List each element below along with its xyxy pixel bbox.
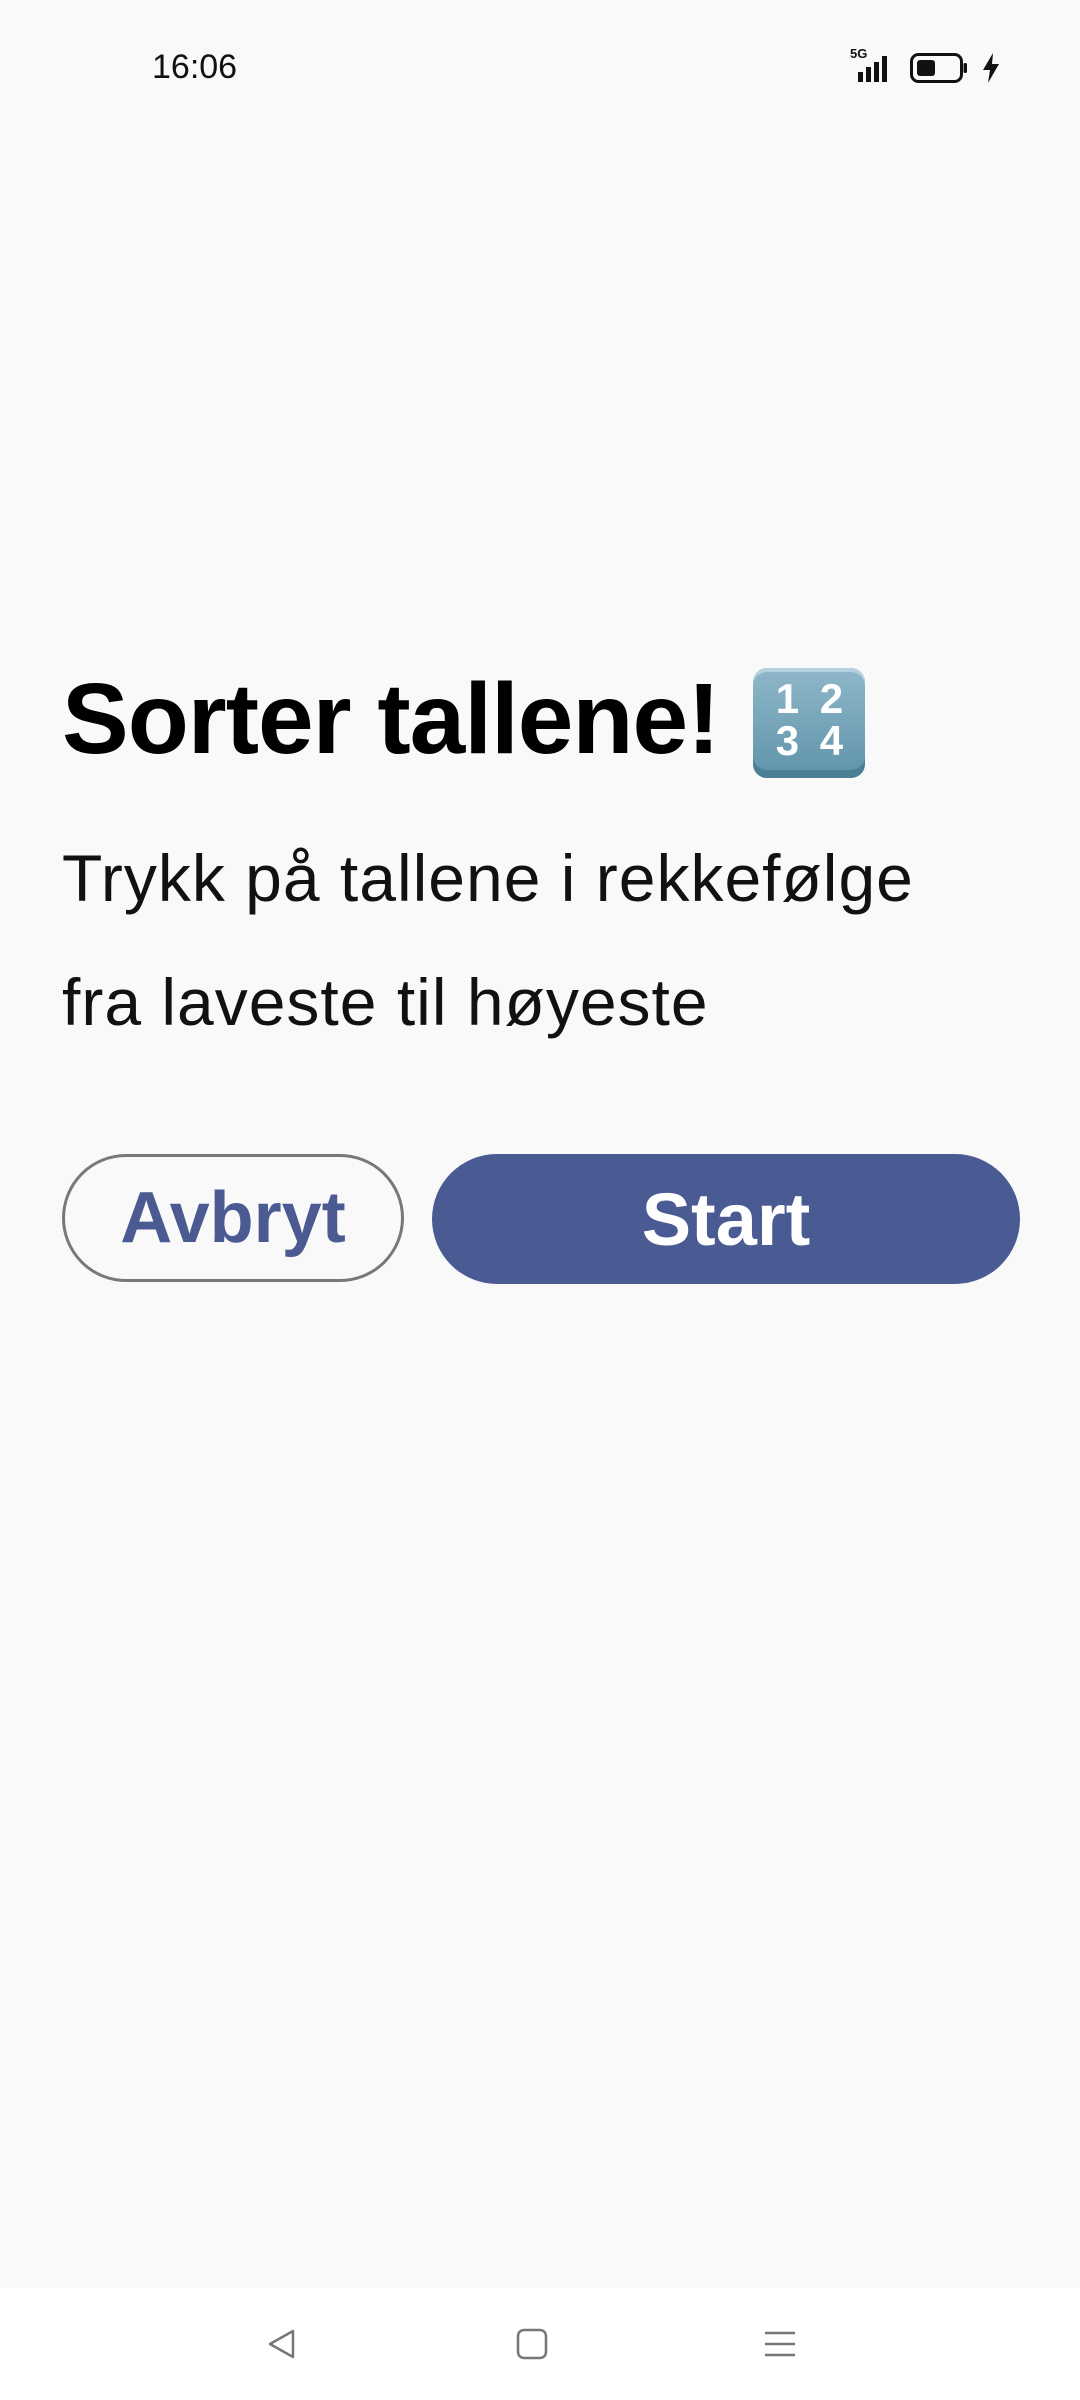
status-bar: 16:06 5G: [0, 0, 1080, 140]
emoji-digit: 1: [775, 675, 800, 722]
back-icon[interactable]: [252, 2314, 312, 2374]
instructions-line-2: fra laveste til høyeste: [62, 965, 709, 1039]
emoji-digit: 3: [775, 717, 800, 764]
intro-card: Sorter tallene! 1 2 3 4 Trykk på tallene…: [62, 660, 1022, 1284]
action-buttons: Avbryt Start: [62, 1154, 1020, 1284]
start-button[interactable]: Start: [432, 1154, 1020, 1284]
signal-icon: 5G: [850, 46, 896, 86]
recents-icon[interactable]: [750, 2314, 810, 2374]
emoji-digit: 4: [819, 717, 844, 764]
status-icons: 5G: [850, 46, 1000, 86]
charging-icon: [983, 53, 999, 83]
status-time: 16:06: [152, 48, 238, 86]
title-row: Sorter tallene! 1 2 3 4: [62, 660, 1022, 778]
instructions: Trykk på tallene i rekkefølge fra lavest…: [62, 816, 1022, 1064]
cancel-button[interactable]: Avbryt: [62, 1154, 404, 1282]
battery-icon: [910, 53, 967, 83]
page-title: Sorter tallene!: [62, 662, 720, 775]
instructions-line-1: Trykk på tallene i rekkefølge: [62, 841, 914, 915]
input-numbers-emoji-icon: 1 2 3 4: [753, 668, 866, 778]
home-icon[interactable]: [502, 2314, 562, 2374]
screen: 16:06 5G Sorter tallene! 1 2 3 4 Trykk p…: [0, 0, 1080, 2400]
emoji-digit: 2: [819, 675, 844, 722]
navigation-bar: [0, 2288, 1080, 2400]
